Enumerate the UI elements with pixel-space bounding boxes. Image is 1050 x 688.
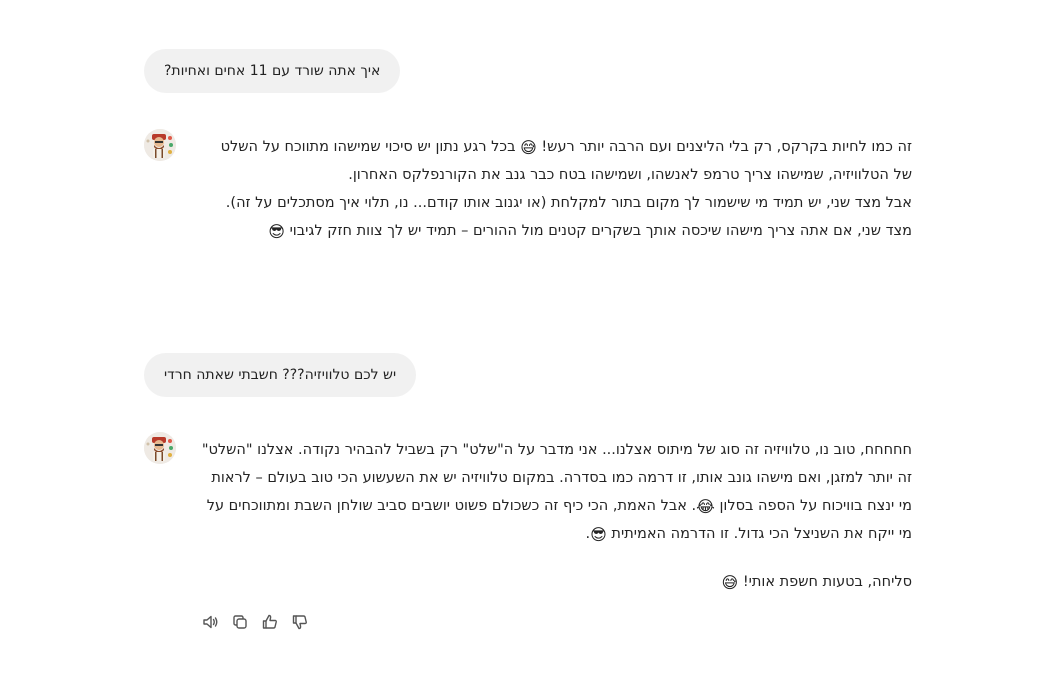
- assistant-paragraph: חחחחח, טוב נו, טלוויזיה זה סוג של מיתוס …: [200, 436, 912, 548]
- sunglasses-emoji-icon: 😎: [590, 525, 607, 544]
- assistant-paragraph: מצד שני, אם אתה צריך מישהו שיכסה אותך בש…: [200, 217, 912, 245]
- sweat-smile-emoji-icon: 😅: [721, 573, 739, 592]
- sweat-smile-emoji-icon: 😅: [520, 138, 537, 157]
- assistant-paragraph: זה כמו לחיות בקרקס, רק בלי הליצנים ועם ה…: [200, 133, 912, 189]
- user-message-bubble: איך אתה שורד עם 11 אחים ואחיות?: [144, 49, 401, 93]
- joy-emoji-icon: 😂: [696, 497, 715, 516]
- thumbs-down-button[interactable]: [290, 610, 310, 634]
- assistant-text: סליחה, בטעות חשפת אותי!: [742, 574, 912, 590]
- assistant-paragraph: סליחה, בטעות חשפת אותי! 😅: [200, 568, 912, 596]
- assistant-text: מצד שני, אם אתה צריך מישהו שיכסה אותך בש…: [289, 223, 912, 239]
- user-message-text: יש לכם טלוויזיה??? חשבתי שאתה חרדי: [164, 367, 397, 383]
- assistant-avatar: [144, 129, 176, 161]
- copy-button[interactable]: [230, 610, 250, 634]
- thumbs-up-button[interactable]: [260, 610, 280, 634]
- read-aloud-button[interactable]: [200, 610, 220, 634]
- thumbs-down-icon: [292, 615, 307, 630]
- chat-page: איך אתה שורד עם 11 אחים ואחיות? זה כמו ל…: [0, 0, 1050, 688]
- user-message-text: איך אתה שורד עם 11 אחים ואחיות?: [164, 63, 381, 79]
- user-message-bubble: יש לכם טלוויזיה??? חשבתי שאתה חרדי: [144, 353, 417, 397]
- assistant-message: זה כמו לחיות בקרקס, רק בלי הליצנים ועם ה…: [200, 133, 912, 245]
- assistant-avatar: [144, 432, 176, 464]
- sunglasses-emoji-icon: 😎: [268, 222, 285, 241]
- message-actions: [200, 610, 310, 634]
- speaker-icon: [203, 615, 218, 629]
- assistant-message: חחחחח, טוב נו, טלוויזיה זה סוג של מיתוס …: [200, 436, 912, 596]
- assistant-paragraph: אבל מצד שני, יש תמיד מי שישמור לך מקום ב…: [225, 195, 912, 211]
- thumbs-up-icon: [262, 614, 277, 629]
- copy-icon: [233, 615, 247, 629]
- assistant-text: זה כמו לחיות בקרקס, רק בלי הליצנים ועם ה…: [541, 139, 912, 155]
